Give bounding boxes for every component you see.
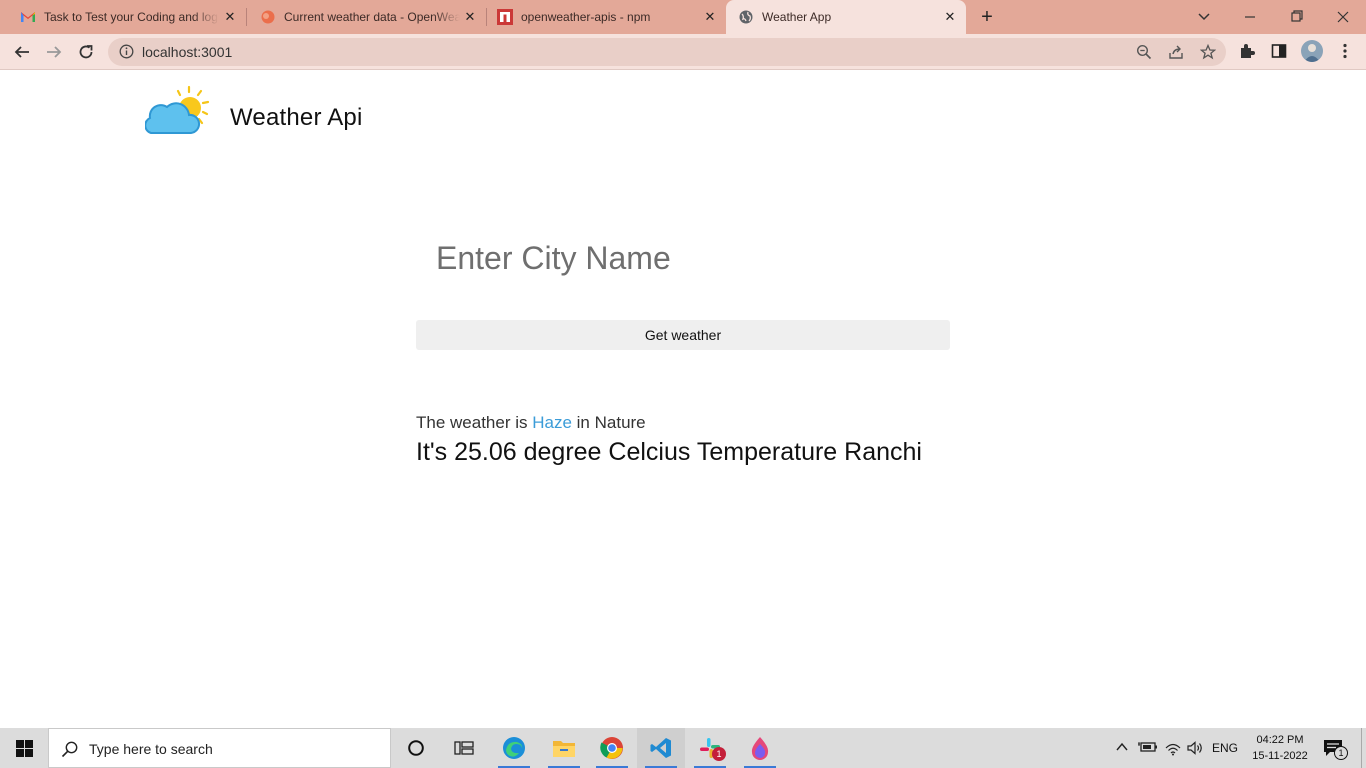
bookmark-star-icon[interactable] <box>1199 43 1217 65</box>
get-weather-button[interactable]: Get weather <box>416 320 950 350</box>
windows-logo-icon <box>15 739 33 757</box>
cortana-icon[interactable] <box>392 728 440 768</box>
notification-center-icon[interactable]: 1 <box>1322 738 1352 760</box>
notification-count: 1 <box>1334 746 1348 760</box>
paint-icon[interactable] <box>736 728 784 768</box>
close-window-icon[interactable] <box>1333 8 1353 26</box>
close-tab-icon[interactable]: ✕ <box>942 9 958 25</box>
show-desktop-button[interactable] <box>1361 728 1366 768</box>
start-button[interactable] <box>0 728 48 768</box>
weather-logo-icon <box>144 85 217 137</box>
tab-weather-app[interactable]: Weather App ✕ <box>726 0 966 34</box>
forward-button[interactable] <box>42 40 66 64</box>
chrome-icon[interactable] <box>588 728 636 768</box>
tab-title: Task to Test your Coding and logic <box>44 10 219 24</box>
tab-openweather[interactable]: Current weather data - OpenWeather ✕ <box>246 0 486 34</box>
condition-prefix: The weather is <box>416 413 528 432</box>
slack-icon[interactable]: 1 <box>686 728 734 768</box>
close-tab-icon[interactable]: ✕ <box>222 9 238 25</box>
temperature-text: It's 25.06 degree Celcius Temperature Ra… <box>416 438 922 466</box>
condition-value: Haze <box>532 413 572 432</box>
windows-taskbar: Type here to search 1 ENG 04:22 PM 15-11… <box>0 728 1366 768</box>
tab-title: Weather App <box>762 10 832 24</box>
task-view-icon[interactable] <box>440 728 488 768</box>
openweather-icon <box>260 9 276 25</box>
search-icon <box>61 740 79 763</box>
side-panel-icon[interactable] <box>1270 42 1288 65</box>
language-indicator[interactable]: ENG <box>1212 728 1238 768</box>
vscode-icon[interactable] <box>637 728 685 768</box>
profile-avatar[interactable] <box>1301 40 1323 62</box>
weather-condition-text: The weather is Haze in Nature <box>416 413 646 433</box>
share-icon[interactable] <box>1168 44 1184 65</box>
tab-title: Current weather data - OpenWeather <box>284 10 460 24</box>
globe-icon <box>738 9 754 25</box>
volume-icon[interactable] <box>1186 740 1204 761</box>
browser-tab-strip: Task to Test your Coding and logic ✕ Cur… <box>0 0 1366 34</box>
gmail-icon <box>20 9 36 25</box>
close-tab-icon[interactable]: ✕ <box>702 9 718 25</box>
edge-icon[interactable] <box>490 728 538 768</box>
clock-date: 15-11-2022 <box>1252 750 1308 762</box>
slack-badge: 1 <box>712 747 726 761</box>
file-explorer-icon[interactable] <box>540 728 588 768</box>
restore-icon[interactable] <box>1287 8 1307 26</box>
tab-search-icon[interactable] <box>1194 8 1214 26</box>
wifi-icon[interactable] <box>1164 740 1182 761</box>
clock-time: 04:22 PM <box>1256 734 1304 746</box>
city-name-input[interactable] <box>416 233 950 283</box>
tab-title: openweather-apis - npm <box>521 10 651 24</box>
extensions-icon[interactable] <box>1238 42 1256 65</box>
condition-suffix: in Nature <box>576 413 646 432</box>
url-text: localhost:3001 <box>142 44 233 60</box>
reload-button[interactable] <box>74 40 98 64</box>
taskbar-search-box[interactable]: Type here to search <box>48 728 391 768</box>
clock[interactable]: 04:22 PM 15-11-2022 <box>1248 732 1312 764</box>
search-placeholder: Type here to search <box>89 741 213 757</box>
minimize-icon[interactable] <box>1240 8 1260 26</box>
page-content: Weather Api Get weather The weather is H… <box>0 71 1366 728</box>
npm-icon <box>497 9 513 25</box>
show-hidden-icons[interactable] <box>1114 740 1130 759</box>
brand-title: Weather Api <box>230 104 363 131</box>
back-button[interactable] <box>10 40 34 64</box>
tab-gmail[interactable]: Task to Test your Coding and logic ✕ <box>0 0 246 34</box>
battery-icon[interactable] <box>1138 740 1158 759</box>
zoom-icon[interactable] <box>1136 44 1152 65</box>
browser-menu-icon[interactable] <box>1336 42 1354 65</box>
tab-npm[interactable]: openweather-apis - npm ✕ <box>486 0 726 34</box>
site-info-icon[interactable] <box>119 44 134 64</box>
address-bar[interactable]: localhost:3001 <box>108 38 1226 66</box>
new-tab-button[interactable]: + <box>976 7 998 27</box>
close-tab-icon[interactable]: ✕ <box>462 9 478 25</box>
